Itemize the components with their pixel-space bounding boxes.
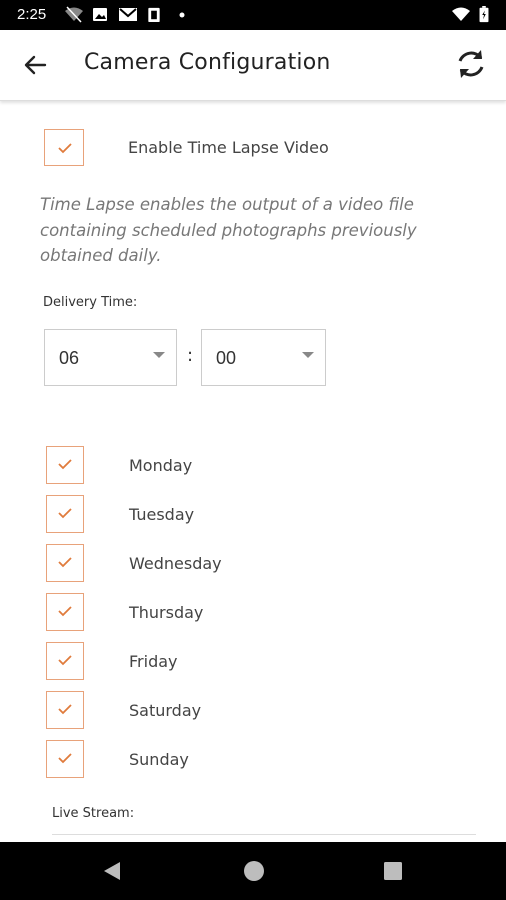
hour-select[interactable]: 06 <box>44 329 177 386</box>
day-checkbox-sunday[interactable] <box>46 740 84 778</box>
day-checkbox-wednesday[interactable] <box>46 544 84 582</box>
day-label-tuesday: Tuesday <box>129 505 195 524</box>
day-checkbox-thursday[interactable] <box>46 593 84 631</box>
day-label-sunday: Sunday <box>129 750 189 769</box>
day-label-thursday: Thursday <box>129 603 204 622</box>
check-icon <box>58 704 72 715</box>
day-label-saturday: Saturday <box>129 701 202 720</box>
day-checkbox-tuesday[interactable] <box>46 495 84 533</box>
hour-value: 06 <box>59 348 80 368</box>
system-nav-bar <box>0 842 506 900</box>
day-checkbox-friday[interactable] <box>46 642 84 680</box>
check-icon <box>58 143 72 154</box>
live-stream-label: Live Stream: <box>52 806 135 821</box>
back-triangle-icon[interactable] <box>101 860 123 882</box>
time-separator: : <box>187 345 194 366</box>
day-label-monday: Monday <box>129 456 193 475</box>
home-circle-icon[interactable] <box>242 859 266 883</box>
minute-select[interactable]: 00 <box>201 329 326 386</box>
chevron-down-icon <box>153 352 165 358</box>
dot-icon <box>179 12 185 18</box>
check-icon <box>58 606 72 617</box>
divider <box>52 834 476 835</box>
image-icon <box>93 8 107 21</box>
sync-icon[interactable] <box>452 45 490 83</box>
clipboard-icon <box>148 7 160 23</box>
time-lapse-description: Time Lapse enables the output of a video… <box>40 195 417 265</box>
minute-value: 00 <box>216 348 237 368</box>
check-icon <box>58 655 72 666</box>
recents-square-icon[interactable] <box>383 861 403 881</box>
status-bar: 2:25 <box>0 0 506 30</box>
time-lapse-label: Enable Time Lapse Video <box>128 138 329 157</box>
day-label-wednesday: Wednesday <box>129 554 222 573</box>
day-checkbox-monday[interactable] <box>46 446 84 484</box>
check-icon <box>58 459 72 470</box>
check-icon <box>58 557 72 568</box>
wifi-off-icon <box>65 6 83 23</box>
battery-icon <box>479 6 489 23</box>
arrow-left-icon[interactable] <box>20 50 50 80</box>
wifi-icon <box>452 7 470 21</box>
page-title: Camera Configuration <box>84 50 331 75</box>
check-icon <box>58 508 72 519</box>
app-bar: Camera Configuration <box>0 30 506 101</box>
chevron-down-icon <box>302 352 314 358</box>
delivery-time-label: Delivery Time: <box>43 295 138 310</box>
gmail-icon <box>119 8 137 21</box>
day-label-friday: Friday <box>129 652 178 671</box>
status-time: 2:25 <box>17 6 47 23</box>
day-checkbox-saturday[interactable] <box>46 691 84 729</box>
check-icon <box>58 753 72 764</box>
time-lapse-checkbox[interactable] <box>44 129 84 166</box>
